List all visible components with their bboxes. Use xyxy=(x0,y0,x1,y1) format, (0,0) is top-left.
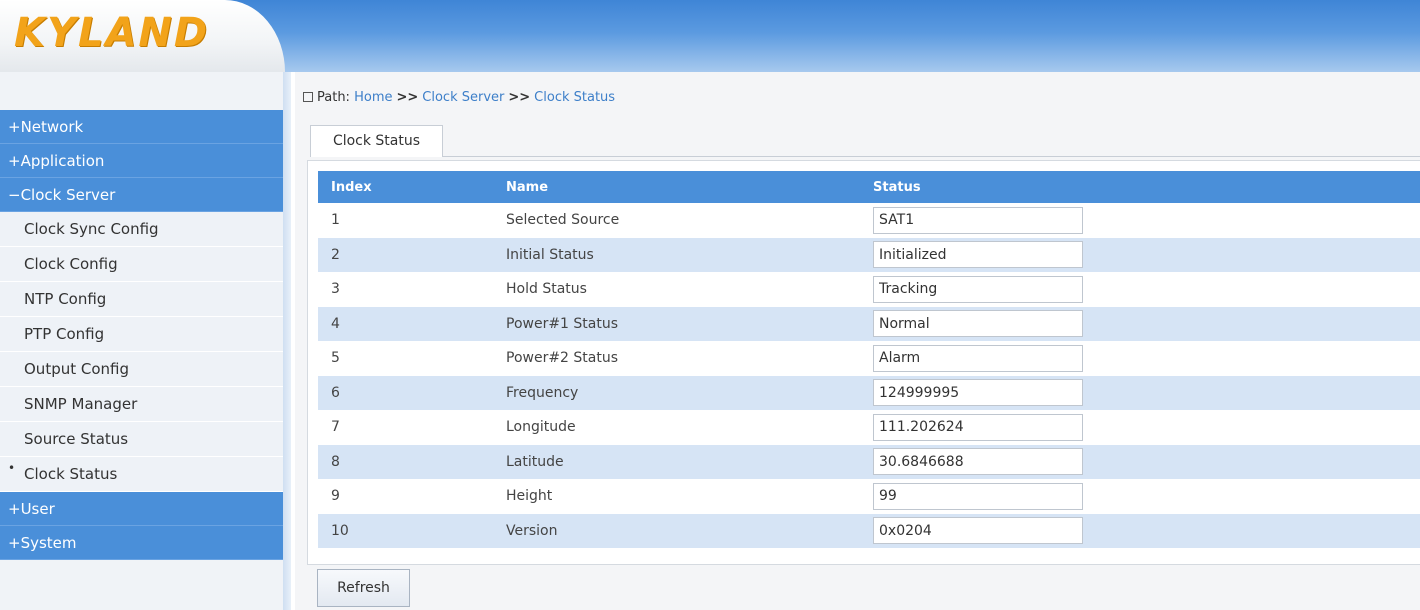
sidebar: +Network +Application −Clock Server Cloc… xyxy=(0,72,283,610)
breadcrumb-separator: >> xyxy=(396,90,419,105)
sidebar-group-user[interactable]: +User xyxy=(0,492,283,526)
clock-status-panel: Index Name Status 1 Selected Source 2 In… xyxy=(307,160,1420,565)
sidebar-divider xyxy=(283,72,291,610)
table-row: 5 Power#2 Status xyxy=(318,341,1420,376)
row-index: 3 xyxy=(318,272,493,307)
row-index: 10 xyxy=(318,513,493,548)
row-name: Latitude xyxy=(493,444,860,479)
main-content: Path: Home >> Clock Server >> Clock Status C… xyxy=(295,72,1420,610)
row-index: 8 xyxy=(318,444,493,479)
sidebar-item-source-status[interactable]: Source Status xyxy=(0,422,283,457)
tab-underline xyxy=(443,156,1420,157)
status-value-field[interactable] xyxy=(873,517,1083,545)
breadcrumb-clock-status[interactable]: Clock Status xyxy=(534,90,615,105)
header-status: Status xyxy=(860,171,1420,203)
table-row: 1 Selected Source xyxy=(318,203,1420,238)
row-name: Hold Status xyxy=(493,272,860,307)
row-index: 7 xyxy=(318,410,493,445)
table-row: 10 Version xyxy=(318,513,1420,548)
header-index: Index xyxy=(318,171,493,203)
status-value-field[interactable] xyxy=(873,241,1083,269)
sidebar-item-clock-sync-config[interactable]: Clock Sync Config xyxy=(0,212,283,247)
row-name: Version xyxy=(493,513,860,548)
row-name: Longitude xyxy=(493,410,860,445)
sidebar-item-clock-status[interactable]: Clock Status xyxy=(0,451,283,492)
status-value-field[interactable] xyxy=(873,206,1083,234)
table-row: 6 Frequency xyxy=(318,375,1420,410)
status-value-field[interactable] xyxy=(873,379,1083,407)
kyland-logo: KYLAND xyxy=(14,10,210,56)
table-row: 7 Longitude xyxy=(318,410,1420,445)
row-name: Selected Source xyxy=(493,203,860,238)
status-value-field[interactable] xyxy=(873,482,1083,510)
breadcrumb-clock-server[interactable]: Clock Server xyxy=(422,90,504,105)
square-icon xyxy=(303,92,313,102)
row-name: Height xyxy=(493,479,860,514)
status-value-field[interactable] xyxy=(873,344,1083,372)
table-row: 4 Power#1 Status xyxy=(318,306,1420,341)
status-value-field[interactable] xyxy=(873,448,1083,476)
row-index: 5 xyxy=(318,341,493,376)
status-value-field[interactable] xyxy=(873,413,1083,441)
sidebar-group-clock-server[interactable]: −Clock Server xyxy=(0,178,283,212)
logo-tab: KYLAND xyxy=(0,0,285,72)
tab-clock-status[interactable]: Clock Status xyxy=(310,125,443,157)
sidebar-item-clock-config[interactable]: Clock Config xyxy=(0,247,283,282)
sidebar-item-snmp-manager[interactable]: SNMP Manager xyxy=(0,387,283,422)
row-index: 2 xyxy=(318,237,493,272)
refresh-button[interactable]: Refresh xyxy=(317,569,410,607)
sidebar-group-system[interactable]: +System xyxy=(0,526,283,560)
breadcrumb: Path: Home >> Clock Server >> Clock Status xyxy=(303,90,615,105)
breadcrumb-separator: >> xyxy=(508,90,531,105)
clock-status-table: Index Name Status 1 Selected Source 2 In… xyxy=(318,171,1420,548)
header-bar: KYLAND xyxy=(0,0,1420,72)
row-index: 1 xyxy=(318,203,493,238)
sidebar-item-ptp-config[interactable]: PTP Config xyxy=(0,317,283,352)
row-name: Initial Status xyxy=(493,237,860,272)
path-label: Path: xyxy=(317,90,350,105)
row-index: 6 xyxy=(318,375,493,410)
row-name: Power#1 Status xyxy=(493,306,860,341)
sidebar-item-ntp-config[interactable]: NTP Config xyxy=(0,282,283,317)
table-row: 9 Height xyxy=(318,479,1420,514)
row-index: 4 xyxy=(318,306,493,341)
row-index: 9 xyxy=(318,479,493,514)
breadcrumb-home[interactable]: Home xyxy=(354,90,392,105)
sidebar-item-output-config[interactable]: Output Config xyxy=(0,352,283,387)
status-value-field[interactable] xyxy=(873,275,1083,303)
sidebar-group-application[interactable]: +Application xyxy=(0,144,283,178)
table-header-row: Index Name Status xyxy=(318,171,1420,203)
status-value-field[interactable] xyxy=(873,310,1083,338)
table-row: 2 Initial Status xyxy=(318,237,1420,272)
sidebar-group-network[interactable]: +Network xyxy=(0,110,283,144)
table-row: 8 Latitude xyxy=(318,444,1420,479)
header-name: Name xyxy=(493,171,860,203)
row-name: Frequency xyxy=(493,375,860,410)
row-name: Power#2 Status xyxy=(493,341,860,376)
table-row: 3 Hold Status xyxy=(318,272,1420,307)
